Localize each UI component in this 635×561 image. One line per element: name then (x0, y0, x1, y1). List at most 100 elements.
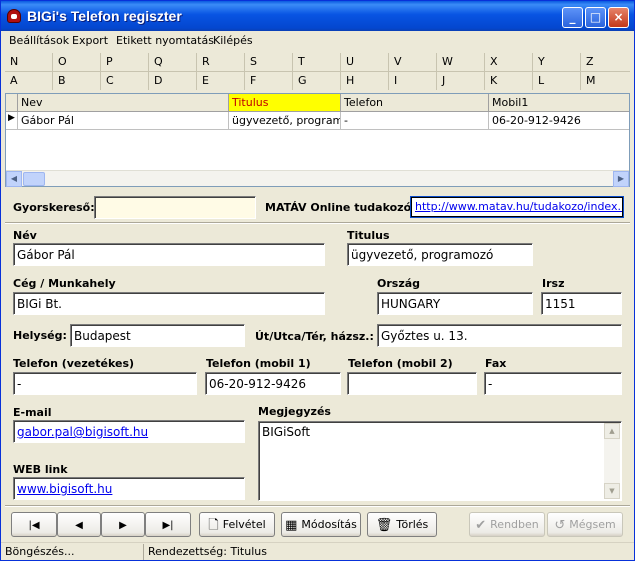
cell-telefon[interactable]: - (341, 112, 489, 129)
modositas-button[interactable]: ▦ Módosítás (281, 512, 361, 537)
menu-kilepes[interactable]: Kilépés (213, 34, 253, 47)
megsem-button[interactable]: ↺ Mégsem (547, 512, 623, 537)
contacts-grid[interactable]: Nev Titulus Telefon Mobil1 ▶ Gábor Pál ü… (5, 93, 630, 187)
next-record-icon: ▶ (119, 520, 127, 531)
megjegyzes-textarea[interactable]: BIGiSoft ▲ ▼ (258, 421, 622, 501)
fax-label: Fax (485, 357, 507, 370)
letter-tab-w[interactable]: W (437, 53, 485, 71)
online-directory-url[interactable]: http://www.matav.hu/tudakozo/index.html (415, 200, 622, 213)
checkmark-icon: ✔ (475, 517, 487, 533)
modositas-label: Módosítás (301, 518, 357, 531)
titulus-field[interactable]: ügyvezető, programozó (347, 243, 533, 266)
status-mode: Böngészés... (1, 544, 144, 560)
letter-tab-r[interactable]: R (197, 53, 245, 71)
current-row-arrow-icon: ▶ (6, 112, 18, 129)
online-directory-link[interactable]: http://www.matav.hu/tudakozo/index.html (410, 196, 624, 218)
undo-icon: ↺ (554, 517, 566, 533)
irsz-label: Irsz (542, 277, 565, 290)
letter-tab-i[interactable]: I (389, 72, 437, 90)
minimize-button[interactable]: _ (562, 7, 583, 28)
letter-tab-j[interactable]: J (437, 72, 485, 90)
table-row[interactable]: ▶ Gábor Pál ügyvezető, programozó - 06-2… (6, 112, 629, 130)
helyseg-label: Helység: (13, 329, 67, 342)
letter-tab-k[interactable]: K (485, 72, 533, 90)
letter-tab-c[interactable]: C (101, 72, 149, 90)
first-record-button[interactable]: |◀ (11, 512, 57, 537)
edit-icon: ▦ (285, 517, 298, 533)
scroll-left-arrow-icon[interactable]: ◀ (6, 171, 22, 187)
email-link[interactable]: gabor.pal@bigisoft.hu (17, 425, 148, 439)
letter-tab-a[interactable]: A (5, 72, 53, 90)
quicksearch-label: Gyorskereső: (13, 201, 95, 214)
cell-titulus[interactable]: ügyvezető, programozó (229, 112, 341, 129)
memo-vertical-scrollbar[interactable]: ▲ ▼ (604, 423, 620, 499)
phone-app-icon[interactable] (7, 9, 21, 23)
torles-button[interactable]: 🗑 Törlés (367, 512, 437, 537)
web-label: WEB link (13, 463, 68, 476)
ceg-field[interactable]: BIGi Bt. (13, 292, 325, 315)
maximize-button[interactable]: □ (585, 7, 606, 28)
cell-nev[interactable]: Gábor Pál (18, 112, 229, 129)
column-header-nev[interactable]: Nev (18, 94, 229, 111)
title-bar[interactable]: BIGi's Telefon regiszter _ □ × (1, 1, 634, 31)
prev-record-button[interactable]: ◀ (57, 512, 101, 537)
next-record-button[interactable]: ▶ (101, 512, 145, 537)
letter-tab-y[interactable]: Y (533, 53, 581, 71)
last-record-button[interactable]: ▶| (145, 512, 191, 537)
utca-field[interactable]: Győztes u. 13. (377, 324, 622, 347)
scroll-right-arrow-icon[interactable]: ▶ (613, 171, 629, 187)
scroll-up-arrow-icon[interactable]: ▲ (604, 423, 620, 439)
letter-tab-d[interactable]: D (149, 72, 197, 90)
scroll-down-arrow-icon[interactable]: ▼ (604, 483, 620, 499)
web-field[interactable]: www.bigisoft.hu (13, 477, 245, 500)
letter-tab-t[interactable]: T (293, 53, 341, 71)
column-header-mobil1[interactable]: Mobil1 (489, 94, 629, 111)
orszag-field[interactable]: HUNGARY (377, 292, 533, 315)
telefon-field[interactable]: - (13, 372, 197, 395)
letter-tab-x[interactable]: X (485, 53, 533, 71)
letter-tab-b[interactable]: B (53, 72, 101, 90)
fax-field[interactable]: - (484, 372, 622, 395)
letter-tab-p[interactable]: P (101, 53, 149, 71)
mobil2-label: Telefon (mobil 2) (348, 357, 453, 370)
letter-tab-h[interactable]: H (341, 72, 389, 90)
letter-tab-q[interactable]: Q (149, 53, 197, 71)
letter-tab-u[interactable]: U (341, 53, 389, 71)
helyseg-field[interactable]: Budapest (70, 324, 245, 347)
letter-tab-s[interactable]: S (245, 53, 293, 71)
column-header-titulus[interactable]: Titulus (229, 94, 341, 111)
letter-tab-v[interactable]: V (389, 53, 437, 71)
email-field[interactable]: gabor.pal@bigisoft.hu (13, 420, 245, 443)
web-link[interactable]: www.bigisoft.hu (17, 482, 112, 496)
nev-field[interactable]: Gábor Pál (13, 243, 325, 266)
first-record-icon: |◀ (28, 520, 40, 531)
torles-label: Törlés (396, 518, 429, 531)
mobil1-field[interactable]: 06-20-912-9426 (205, 372, 341, 395)
close-button[interactable]: × (608, 7, 629, 28)
letter-tab-z[interactable]: Z (581, 53, 630, 71)
menu-beallitasok[interactable]: Beállítások (9, 34, 69, 47)
row-indicator-header (6, 94, 18, 111)
letter-tab-l[interactable]: L (533, 72, 581, 90)
letter-tab-e[interactable]: E (197, 72, 245, 90)
cell-mobil1[interactable]: 06-20-912-9426 (489, 112, 629, 129)
menu-export[interactable]: Export (72, 34, 108, 47)
letter-tab-m[interactable]: M (581, 72, 630, 90)
felvetel-label: Felvétel (222, 518, 266, 531)
column-header-telefon[interactable]: Telefon (341, 94, 489, 111)
letter-tab-o[interactable]: O (53, 53, 101, 71)
grid-horizontal-scrollbar[interactable]: ◀ ▶ (6, 170, 629, 187)
menu-etikett-nyomtatas[interactable]: Etikett nyomtatás (116, 34, 214, 47)
quicksearch-input[interactable] (94, 196, 256, 219)
rendben-button[interactable]: ✔ Rendben (469, 512, 545, 537)
letter-tab-g[interactable]: G (293, 72, 341, 90)
scrollbar-thumb[interactable] (23, 172, 45, 186)
prev-record-icon: ◀ (75, 520, 83, 531)
felvetel-button[interactable]: 🗋 Felvétel (199, 512, 275, 537)
letter-tab-f[interactable]: F (245, 72, 293, 90)
irsz-field[interactable]: 1151 (541, 292, 622, 315)
alphabet-tabs: N O P Q R S T U V W X Y Z A B C D E F G … (5, 53, 630, 91)
letter-tab-n[interactable]: N (5, 53, 53, 71)
application-window: BIGi's Telefon regiszter _ □ × Beállítás… (0, 0, 635, 561)
mobil2-field[interactable] (347, 372, 477, 395)
